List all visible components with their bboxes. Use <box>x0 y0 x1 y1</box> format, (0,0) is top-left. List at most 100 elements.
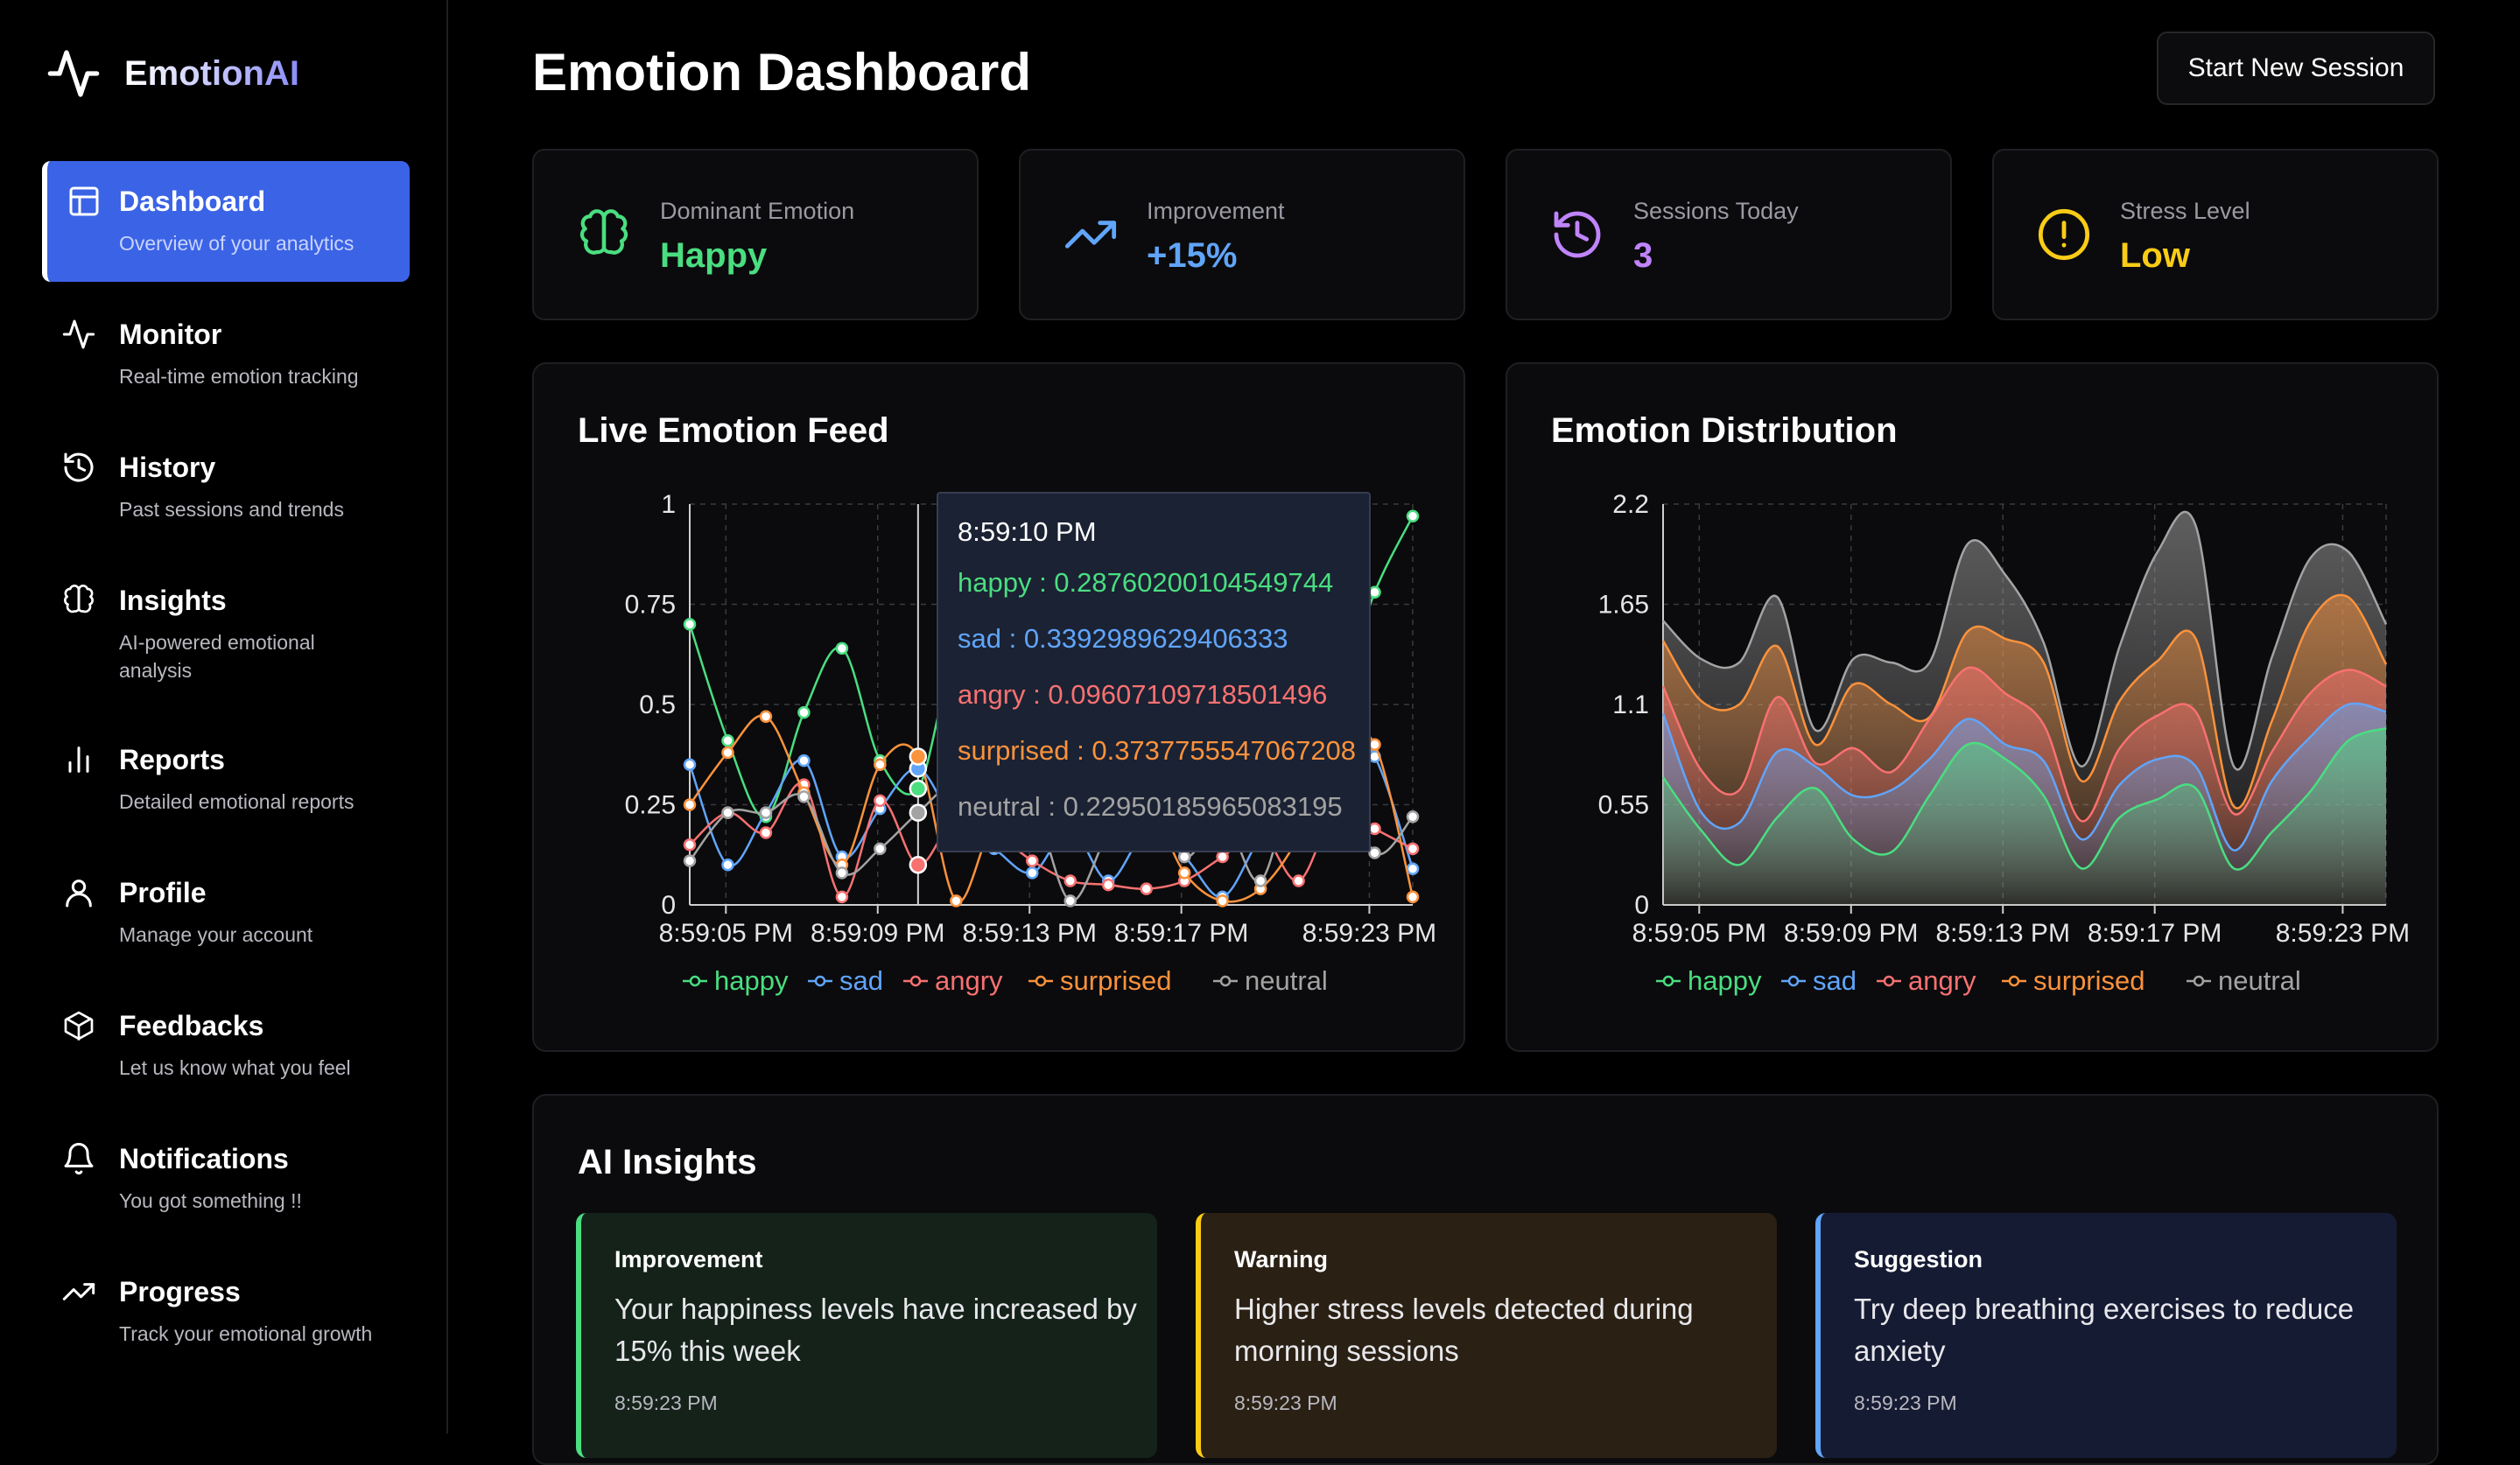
point-happy <box>1406 509 1420 522</box>
y-tick-label: 0.55 <box>1598 791 1649 820</box>
point-happy <box>721 733 734 747</box>
point-sad <box>1026 866 1039 880</box>
legend-item-angry: angry <box>903 965 1003 996</box>
insight-time: 8:59:23 PM <box>614 1391 718 1414</box>
x-tick-label: 8:59:23 PM <box>2276 919 2410 948</box>
sidebar-item-label: Reports <box>119 744 225 775</box>
point-angry <box>874 794 887 808</box>
legend-marker <box>2193 975 2205 987</box>
sidebar-item-profile[interactable]: Profile Manage your account <box>42 852 404 966</box>
point-surprised <box>874 758 887 771</box>
sidebar-item-label: Dashboard <box>119 186 266 217</box>
emotion-distribution-chart[interactable]: 0 0.55 1.1 1.65 2.2 8:59:05 PM 8:59:09 PM 8:59:… <box>1507 364 2437 1050</box>
sidebar-item-label: Notifications <box>119 1143 289 1174</box>
emotion-distribution-panel: Emotion Distribution 0 0.55 1.1 1.65 2.2 8:59… <box>1506 362 2439 1052</box>
x-tick-label: 8:59:09 PM <box>1784 919 1918 948</box>
point-angry <box>683 838 697 852</box>
insight-type: Warning <box>1234 1246 1328 1272</box>
point-angry <box>835 890 849 904</box>
sidebar: EmotionAI Dashboard Overview of your ana… <box>0 0 448 1433</box>
sidebar-item-reports[interactable]: Reports Detailed emotional reports <box>42 719 404 833</box>
point-angry <box>1292 874 1305 887</box>
x-tick-label: 8:59:13 PM <box>1936 919 2070 948</box>
y-tick-label: 0 <box>1634 891 1649 920</box>
point-surprised <box>759 710 773 723</box>
legend-item-neutral: neutral <box>2187 965 2301 996</box>
point-sad <box>721 858 734 872</box>
start-new-session-button[interactable]: Start New Session <box>2157 32 2435 105</box>
insight-card-suggestion[interactable]: Suggestion Try deep breathing exercises … <box>1815 1213 2397 1458</box>
y-tick-label: 0.75 <box>625 591 676 620</box>
point-happy <box>835 641 849 655</box>
page-title: Emotion Dashboard <box>532 43 1032 102</box>
sidebar-item-history[interactable]: History Past sessions and trends <box>42 427 404 541</box>
point-angry <box>1216 850 1229 864</box>
legend-label: surprised <box>1060 965 1172 996</box>
sidebar-item-desc: You got something !! <box>119 1189 302 1212</box>
point-angry <box>1368 822 1381 836</box>
insight-text: Your happiness levels have increased by … <box>614 1293 1137 1367</box>
insight-card-warning[interactable]: Warning Higher stress levels detected du… <box>1196 1213 1777 1458</box>
point-neutral <box>1253 874 1267 887</box>
y-tick-label: 0 <box>661 891 676 920</box>
stat-value: Low <box>2120 236 2190 275</box>
point-neutral <box>797 790 811 803</box>
sidebar-item-desc: Real-time emotion tracking <box>119 365 359 388</box>
legend-label: sad <box>839 965 883 996</box>
tooltip-row-sad: sad : 0.3392989629406333 <box>958 623 1288 654</box>
x-tick-label: 8:59:09 PM <box>811 919 944 948</box>
trending-up-icon <box>61 1274 96 1309</box>
y-tick-label: 0.5 <box>639 690 676 719</box>
legend-item-surprised: surprised <box>1028 965 1172 996</box>
sidebar-item-desc: Let us know what you feel <box>119 1056 351 1079</box>
legend-item-neutral: neutral <box>1213 965 1328 996</box>
point-happy <box>1368 585 1381 599</box>
sidebar-item-feedbacks[interactable]: Feedbacks Let us know what you feel <box>42 985 404 1099</box>
legend-label: surprised <box>2033 965 2145 996</box>
legend-marker <box>1662 975 1674 987</box>
stat-card-dominant-emotion: Dominant Emotion Happy <box>532 149 979 320</box>
point-neutral <box>835 866 849 880</box>
app-logo[interactable]: EmotionAI <box>44 46 299 102</box>
pulse-icon <box>61 317 96 352</box>
legend-item-happy: happy <box>1656 965 1762 996</box>
legend-marker <box>814 975 826 987</box>
y-tick-label: 2.2 <box>1612 490 1649 519</box>
sidebar-item-notifications[interactable]: Notifications You got something !! <box>42 1118 404 1232</box>
legend-item-surprised: surprised <box>2002 965 2145 996</box>
legend-marker <box>909 975 922 987</box>
point-surprised <box>1177 866 1191 880</box>
legend-label: neutral <box>2218 965 2301 996</box>
y-tick-label: 1.1 <box>1612 690 1649 719</box>
legend-label: neutral <box>1245 965 1328 996</box>
layout-icon <box>67 184 102 219</box>
x-tick-label: 8:59:05 PM <box>659 919 793 948</box>
app-name: EmotionAI <box>124 53 299 93</box>
sidebar-item-dashboard[interactable]: Dashboard Overview of your analytics <box>42 161 410 282</box>
sidebar-item-desc: Track your emotional growth <box>119 1322 373 1345</box>
insight-type: Improvement <box>614 1246 763 1272</box>
chart-tooltip: 8:59:10 PM happy : 0.28760200104549744 s… <box>937 492 1371 852</box>
insight-card-improvement[interactable]: Improvement Your happiness levels have i… <box>576 1213 1157 1458</box>
stat-value: +15% <box>1147 236 1238 275</box>
stat-card-stress-level: Stress Level Low <box>1992 149 2439 320</box>
point-angry <box>759 826 773 839</box>
point-sad <box>797 754 811 768</box>
legend-label: angry <box>935 965 1003 996</box>
sidebar-item-insights[interactable]: Insights AI-powered emotional analysis <box>42 560 404 700</box>
legend-label: angry <box>1908 965 1976 996</box>
point-happy <box>797 705 811 719</box>
sidebar-item-monitor[interactable]: Monitor Real-time emotion tracking <box>42 294 404 408</box>
sidebar-item-desc: Manage your account <box>119 923 313 946</box>
x-tick-label: 8:59:05 PM <box>1632 919 1766 948</box>
active-point-happy <box>909 779 928 798</box>
legend-item-sad: sad <box>808 965 883 996</box>
sidebar-item-label: Profile <box>119 877 207 908</box>
active-point-surprised <box>909 747 928 766</box>
sidebar-item-label: Progress <box>119 1276 241 1307</box>
sidebar-item-progress[interactable]: Progress Track your emotional growth <box>42 1251 404 1391</box>
tooltip-row-surprised: surprised : 0.3737755547067208 <box>958 735 1357 766</box>
x-tick-label: 8:59:23 PM <box>1302 919 1436 948</box>
point-neutral <box>721 806 734 819</box>
tooltip-time: 8:59:10 PM <box>958 516 1097 547</box>
